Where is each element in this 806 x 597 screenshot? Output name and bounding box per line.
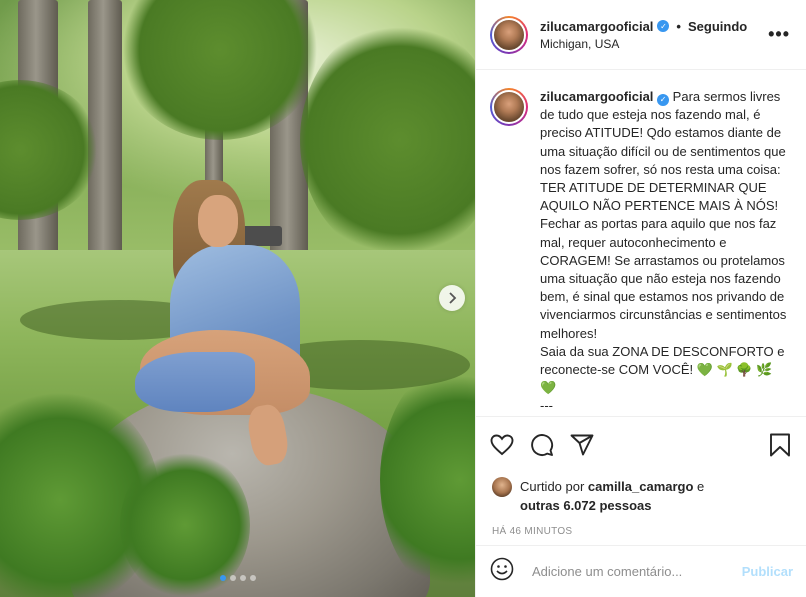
bookmark-icon	[770, 433, 790, 457]
post-header: zilucamargooficial ✓ • Seguindo Michigan…	[476, 0, 806, 70]
username-line: zilucamargooficial ✓ • Seguindo	[540, 19, 768, 34]
carousel-dot	[229, 575, 236, 581]
post-side-panel: zilucamargooficial ✓ • Seguindo Michigan…	[475, 0, 806, 597]
comment-input[interactable]	[532, 564, 742, 579]
author-info: zilucamargooficial ✓ • Seguindo Michigan…	[540, 19, 768, 51]
separator: •	[676, 18, 681, 34]
caption-body: Para sermos livres de tudo que esteja no…	[540, 89, 787, 378]
emoji-button[interactable]	[490, 557, 520, 586]
liker-username[interactable]: camilla_camargo	[588, 479, 694, 494]
save-button[interactable]	[769, 431, 793, 459]
heart-icon	[490, 434, 514, 456]
carousel-dot	[239, 575, 246, 581]
author-username[interactable]: zilucamargooficial	[540, 19, 653, 34]
action-icons	[490, 429, 793, 461]
carousel-next-button[interactable]	[439, 285, 465, 311]
avatar-image	[492, 90, 526, 124]
instagram-post: zilucamargooficial ✓ • Seguindo Michigan…	[0, 0, 806, 597]
chevron-right-icon	[449, 292, 457, 304]
comment-button[interactable]	[530, 431, 570, 459]
woman-skirt	[135, 352, 255, 412]
comment-bar: Publicar	[476, 545, 806, 597]
likes-prefix: Curtido por	[520, 479, 588, 494]
smile-icon	[490, 557, 514, 581]
liker-avatar[interactable]	[492, 477, 512, 497]
more-options-button[interactable]: •••	[768, 24, 790, 45]
carousel-dot	[249, 575, 256, 581]
post-actions: Curtido por camilla_camargo e outras 6.0…	[476, 416, 806, 537]
caption-area: zilucamargooficial ✓ Para sermos livres …	[476, 70, 806, 416]
caption-tail: ---	[540, 398, 553, 414]
avatar-image	[492, 17, 526, 52]
likes-summary: Curtido por camilla_camargo e outras 6.0…	[490, 477, 793, 515]
verified-icon: ✓	[657, 20, 670, 32]
likes-count[interactable]: outras 6.072 pessoas	[520, 498, 652, 513]
woman-face	[198, 195, 238, 247]
caption: zilucamargooficial ✓ Para sermos livres …	[540, 88, 792, 416]
caption-username[interactable]: zilucamargooficial	[540, 89, 653, 104]
share-icon	[570, 434, 594, 456]
share-button[interactable]	[570, 431, 610, 459]
post-photo[interactable]	[0, 0, 475, 597]
following-button[interactable]: Seguindo	[688, 19, 747, 34]
verified-icon: ✓	[657, 94, 670, 107]
carousel-dot	[219, 575, 226, 581]
likes-text: Curtido por camilla_camargo e outras 6.0…	[520, 477, 704, 515]
publish-button[interactable]: Publicar	[742, 564, 793, 579]
post-timestamp[interactable]: HÁ 46 MINUTOS	[492, 526, 793, 537]
author-avatar[interactable]	[490, 15, 528, 54]
caption-avatar[interactable]	[490, 88, 528, 126]
comment-icon	[531, 434, 554, 456]
likes-middle: e	[693, 479, 705, 494]
post-location[interactable]: Michigan, USA	[540, 37, 768, 51]
carousel-dots	[0, 575, 475, 581]
like-button[interactable]	[490, 431, 530, 459]
